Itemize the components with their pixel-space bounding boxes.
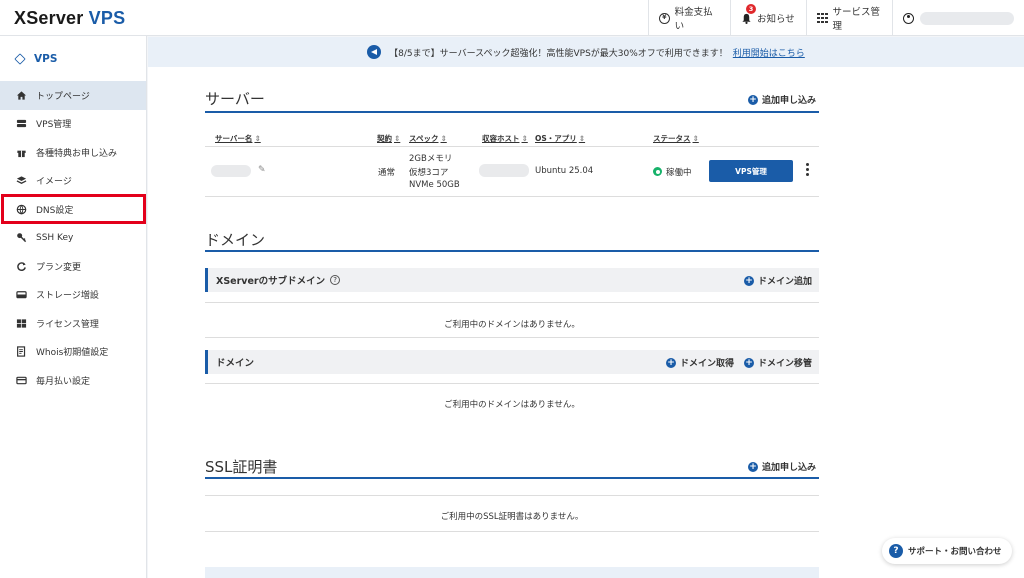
os-cell: Ubuntu 25.04 <box>535 166 594 176</box>
sort-icon: ⇕ <box>521 134 528 143</box>
host-redacted <box>479 164 529 177</box>
main-content: サーバー + 追加申し込み サーバー名 ⇕ 契約 ⇕ スペック ⇕ 収容ホスト ⇕ OS… <box>148 67 1024 578</box>
divider <box>205 337 819 338</box>
service-management-button[interactable]: サービス管理 <box>806 0 892 36</box>
column-status[interactable]: ステータス ⇕ <box>653 133 699 144</box>
support-contact-button[interactable]: ? サポート・お問い合わせ <box>882 538 1012 564</box>
storage-icon <box>16 291 27 299</box>
plus-circle-icon: + <box>666 357 676 368</box>
column-host[interactable]: 収容ホスト ⇕ <box>482 133 528 144</box>
refresh-icon <box>17 262 26 271</box>
acquire-domain-link[interactable]: + ドメイン取得 <box>666 356 734 369</box>
megaphone-icon <box>367 45 382 59</box>
server-section-title: サーバー <box>205 90 265 108</box>
sort-icon: ⇕ <box>254 134 261 143</box>
domain-section-rule <box>205 250 819 252</box>
column-contract[interactable]: 契約 ⇕ <box>377 133 400 144</box>
user-icon <box>903 12 914 24</box>
pencil-icon[interactable]: ✎ <box>258 165 266 175</box>
sidebar-item-vps-management[interactable]: VPS管理 <box>0 110 146 139</box>
sort-icon: ⇕ <box>692 134 699 143</box>
plus-circle-icon: + <box>748 461 758 472</box>
sidebar: VPS トップページ VPS管理 各種特典お申し込み イメージ DNS設定 SS… <box>0 36 147 578</box>
domain-section-title: ドメイン <box>205 231 266 249</box>
campaign-banner: 【8/5まで】サーバースペック超強化！高性能VPSが最大30%オフで利用できます… <box>148 37 1024 67</box>
sidebar-item-plan-change[interactable]: プラン変更 <box>0 252 146 281</box>
ssl-empty-message: ご利用中のSSL証明書はありません。 <box>440 512 584 522</box>
banner-text: 【8/5まで】サーバースペック超強化！高性能VPSが最大30%オフで利用できます… <box>389 48 728 59</box>
server-section-rule <box>205 111 819 113</box>
layers-icon <box>16 176 27 185</box>
spec-cpu: 仮想3コア <box>409 168 449 178</box>
dns-settings-highlight-frame <box>1 194 146 224</box>
question-icon: ? <box>889 544 903 558</box>
xserver-subdomain-header: XServerのサブドメイン ? <box>205 268 819 292</box>
sidebar-item-storage-expansion[interactable]: ストレージ増設 <box>0 281 146 310</box>
grid-icon <box>817 12 828 24</box>
server-name-redacted <box>211 165 251 177</box>
sidebar-item-monthly-payment[interactable]: 毎月払い設定 <box>0 366 146 395</box>
plus-circle-icon: + <box>748 94 758 105</box>
key-icon <box>17 233 27 243</box>
sidebar-item-top-page[interactable]: トップページ <box>0 81 146 110</box>
windows-icon <box>16 319 27 328</box>
sidebar-item-ssh-key[interactable]: SSH Key <box>0 224 146 253</box>
gift-icon <box>17 150 26 157</box>
column-spec[interactable]: スペック ⇕ <box>409 133 447 144</box>
plus-circle-icon: + <box>744 275 754 286</box>
spec-disk: NVMe 50GB <box>409 180 460 190</box>
status-cell: 稼働中 <box>653 166 692 178</box>
sidebar-item-benefits[interactable]: 各種特典お申し込み <box>0 138 146 167</box>
sort-icon: ⇕ <box>394 134 401 143</box>
notice-button[interactable]: お知らせ <box>730 0 806 36</box>
transfer-domain-link[interactable]: + ドメイン移管 <box>744 356 812 369</box>
ssl-add-application-link[interactable]: + 追加申し込み <box>748 460 816 473</box>
ssl-section-title: SSL証明書 <box>205 458 278 476</box>
xserver-vps-logo[interactable]: XServer VPS <box>14 8 125 29</box>
top-header: XServer VPS ¥ 料金支払い お知らせ 3 サービス管理 <box>0 0 1024 36</box>
table-row-divider <box>205 196 819 197</box>
sort-icon: ⇕ <box>440 134 447 143</box>
home-icon <box>16 91 27 100</box>
billing-button[interactable]: ¥ 料金支払い <box>648 0 730 36</box>
divider <box>205 495 819 496</box>
sort-icon: ⇕ <box>578 134 586 143</box>
more-options-icon[interactable] <box>806 163 809 178</box>
divider <box>205 302 819 303</box>
status-running-icon <box>653 167 662 176</box>
add-domain-link[interactable]: + ドメイン追加 <box>744 274 812 287</box>
help-icon[interactable]: ? <box>330 275 341 285</box>
divider <box>205 531 819 532</box>
plus-circle-icon: + <box>744 357 754 368</box>
account-name-redacted <box>920 11 1014 25</box>
ssl-section-rule <box>205 477 819 479</box>
contract-cell: 通常 <box>378 168 396 178</box>
sidebar-header[interactable]: VPS <box>0 36 146 81</box>
subdomain-empty-message: ご利用中のドメインはありません。 <box>444 320 580 330</box>
divider <box>205 383 819 384</box>
sidebar-item-whois-defaults[interactable]: Whois初期値設定 <box>0 338 146 367</box>
server-add-application-link[interactable]: + 追加申し込み <box>748 93 816 106</box>
vps-manage-button[interactable]: VPS管理 <box>709 160 793 182</box>
sidebar-item-image[interactable]: イメージ <box>0 167 146 196</box>
notification-count-badge: 3 <box>746 4 756 14</box>
cube-icon <box>14 52 26 65</box>
bell-icon <box>742 13 751 24</box>
yen-icon: ¥ <box>659 12 670 24</box>
account-menu[interactable] <box>892 0 1024 36</box>
column-server-name[interactable]: サーバー名 ⇕ <box>215 133 261 144</box>
card-icon <box>16 376 27 385</box>
sidebar-item-license[interactable]: ライセンス管理 <box>0 309 146 338</box>
bottom-panel <box>205 567 819 578</box>
domain-empty-message: ご利用中のドメインはありません。 <box>444 400 580 410</box>
table-header-divider <box>205 146 819 147</box>
column-os-app[interactable]: OS・アプリ ⇕ <box>535 133 585 144</box>
spec-memory: 2GBメモリ <box>409 154 453 164</box>
server-icon <box>16 120 27 128</box>
document-icon <box>17 346 26 357</box>
banner-link[interactable]: 利用開始はこちら <box>733 46 805 59</box>
